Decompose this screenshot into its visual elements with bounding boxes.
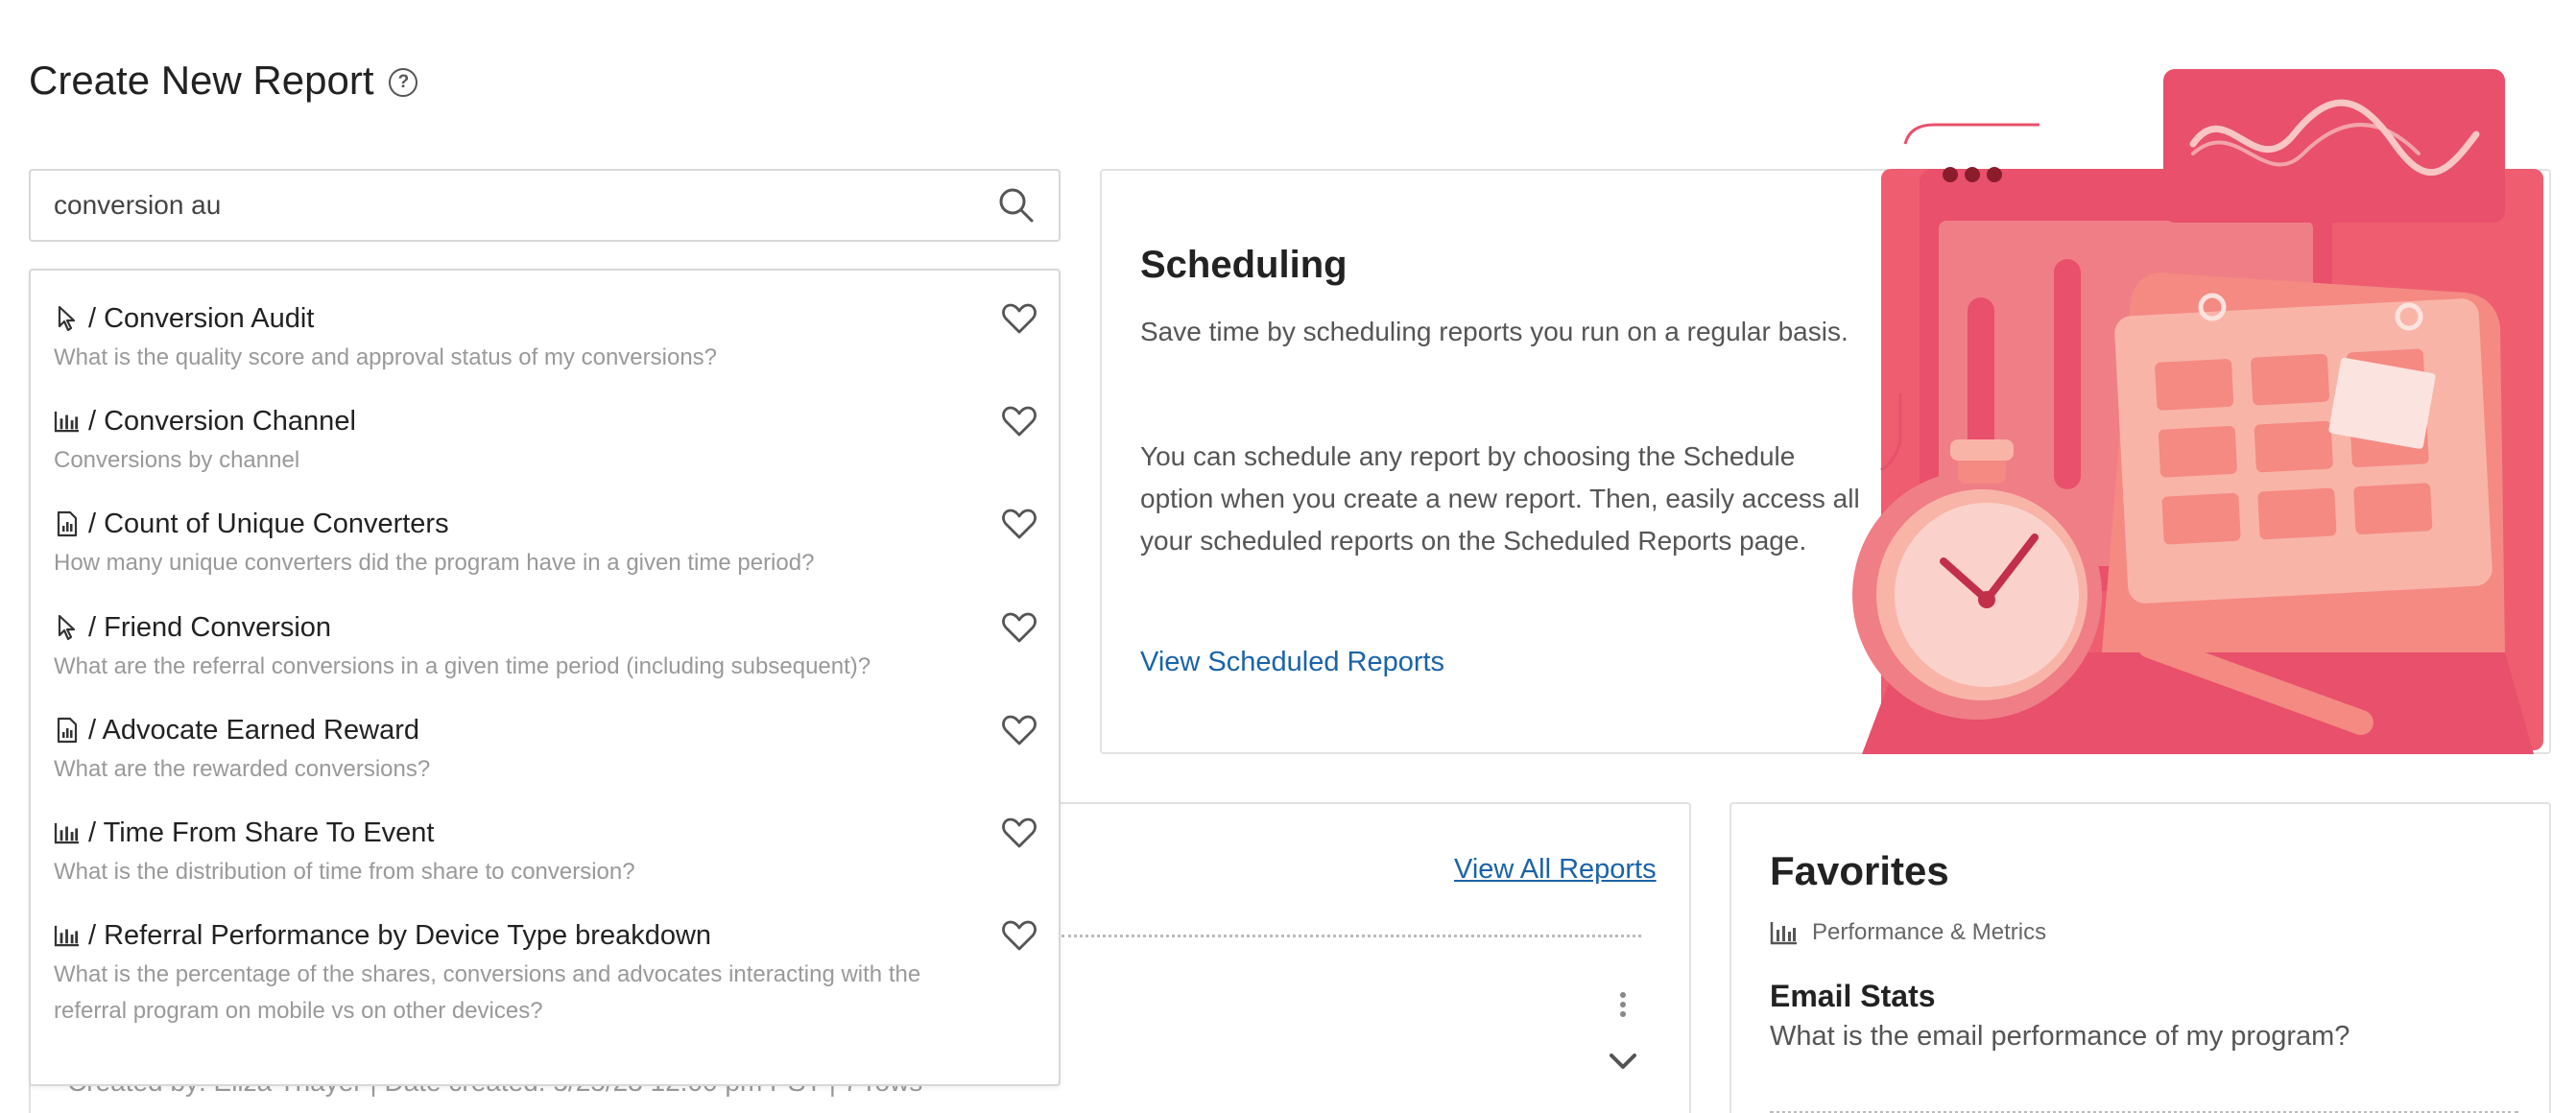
result-title: / Time From Share To Event (88, 817, 435, 848)
result-title: / Conversion Channel (88, 405, 356, 437)
result-title: / Conversion Audit (88, 302, 315, 334)
reports-divider (1061, 935, 1641, 937)
result-item[interactable]: / Referral Performance by Device Type br… (31, 916, 1059, 1030)
bar-chart-icon (54, 921, 81, 950)
search-box[interactable] (29, 169, 1061, 242)
favorites-card: Favorites Performance & Metrics Email St… (1729, 802, 2551, 1113)
result-description: How many unique converters did the progr… (54, 550, 815, 576)
scheduling-title: Scheduling (1140, 244, 1348, 286)
heart-icon[interactable] (1001, 610, 1038, 645)
scheduling-illustration (1852, 69, 2543, 754)
bar-chart-icon (54, 818, 81, 847)
bar-chart-icon (1770, 922, 1797, 945)
result-description: What are the rewarded conversions? (54, 756, 431, 782)
favorites-category-label: Performance & Metrics (1812, 919, 2047, 945)
result-description: What is the quality score and approval s… (54, 344, 718, 370)
page-title: Create New Report ? (29, 58, 418, 104)
heart-icon[interactable] (1001, 713, 1038, 747)
cursor-icon (54, 304, 81, 333)
heart-icon[interactable] (1001, 404, 1038, 438)
result-title: / Friend Conversion (88, 611, 332, 643)
result-description: Conversions by channel (54, 447, 300, 473)
result-title: / Advocate Earned Reward (88, 714, 419, 746)
heart-icon[interactable] (1001, 301, 1038, 336)
result-item[interactable]: / Advocate Earned Reward What are the re… (31, 711, 1059, 788)
view-all-reports-link[interactable]: View All Reports (1454, 854, 1657, 886)
search-icon[interactable] (997, 186, 1036, 225)
scheduling-paragraph-2: You can schedule any report by choosing … (1140, 441, 1860, 556)
favorites-title: Favorites (1770, 848, 1949, 893)
result-title: / Referral Performance by Device Type br… (88, 919, 712, 951)
heart-icon[interactable] (1001, 507, 1038, 541)
result-description: What is the distribution of time from sh… (54, 859, 635, 885)
document-chart-icon (54, 509, 81, 538)
result-item[interactable]: / Conversion Audit What is the quality s… (31, 299, 1059, 376)
document-chart-icon (54, 716, 81, 745)
favorite-item-title[interactable]: Email Stats (1770, 979, 1936, 1014)
more-options-icon[interactable] (1618, 990, 1628, 1019)
heart-icon[interactable] (1001, 816, 1038, 850)
scheduling-paragraph-1: Save time by scheduling reports you run … (1140, 317, 1849, 346)
result-description: What are the referral conversions in a g… (54, 653, 871, 679)
help-icon[interactable]: ? (389, 68, 418, 97)
page-title-text: Create New Report (29, 58, 374, 103)
result-item[interactable]: / Friend Conversion What are the referra… (31, 608, 1059, 685)
chevron-down-icon[interactable] (1609, 1052, 1637, 1071)
search-input[interactable] (54, 190, 997, 221)
result-title: / Count of Unique Converters (88, 508, 449, 539)
cursor-icon (54, 613, 81, 642)
result-item[interactable]: / Time From Share To Event What is the d… (31, 814, 1059, 890)
result-item[interactable]: / Count of Unique Converters How many un… (31, 505, 1059, 581)
favorites-category: Performance & Metrics (1770, 919, 2046, 946)
search-results-dropdown[interactable]: / Conversion Audit What is the quality s… (29, 269, 1061, 1086)
favorite-item-description: What is the email performance of my prog… (1770, 1021, 2350, 1052)
view-scheduled-reports-link[interactable]: View Scheduled Reports (1140, 647, 1444, 678)
result-description: What is the percentage of the shares, co… (54, 961, 921, 1024)
bar-chart-icon (54, 407, 81, 436)
heart-icon[interactable] (1001, 918, 1038, 953)
result-item[interactable]: / Conversion Channel Conversions by chan… (31, 402, 1059, 479)
